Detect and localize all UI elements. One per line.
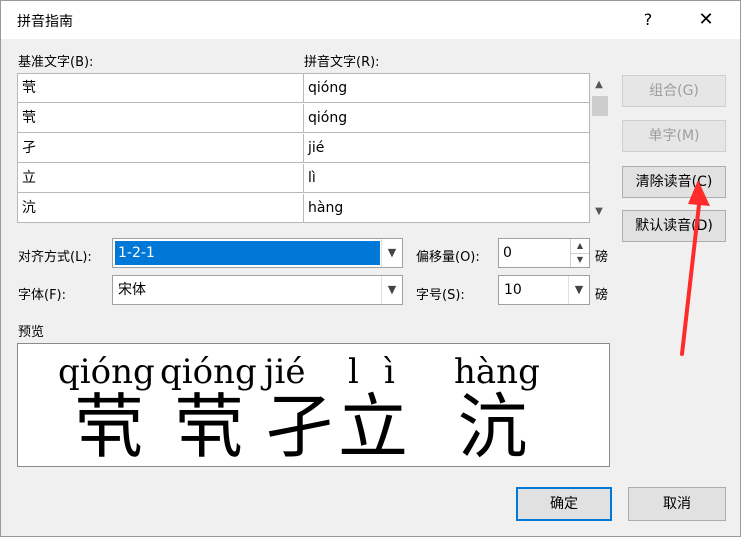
base-text-label: 基准文字(B): — [18, 55, 94, 70]
alignment-select[interactable]: 1-2-1 ▼ — [112, 238, 403, 268]
base-text-input[interactable]: 孑 — [18, 134, 304, 163]
group-button[interactable]: 组合(G) — [622, 75, 726, 107]
alignment-label: 对齐方式(L): — [18, 250, 92, 265]
pinyin-text-input[interactable]: lì — [304, 164, 589, 193]
offset-stepper[interactable]: 0 ▲ ▼ — [498, 238, 590, 268]
offset-value: 0 — [503, 245, 512, 261]
chevron-down-icon[interactable]: ▼ — [570, 253, 589, 267]
preview-label: 预览 — [18, 325, 45, 340]
offset-unit: 磅 — [595, 250, 609, 265]
table-row: 茕 qióng — [18, 104, 589, 134]
base-text-input[interactable]: 立 — [18, 164, 304, 193]
pinyin-text-input[interactable]: hàng — [304, 194, 589, 223]
chevron-down-icon[interactable]: ▼ — [381, 276, 402, 304]
preview-box: qióng qióng jié l ì hàng 茕 茕 孑 立 沆 — [17, 343, 610, 467]
font-label: 字体(F): — [18, 288, 67, 303]
base-text-input[interactable]: 茕 — [18, 104, 304, 133]
phonetic-grid: 茕 qióng 茕 qióng 孑 jié 立 lì 沆 hàng — [17, 73, 590, 223]
table-row: 立 lì — [18, 164, 589, 194]
close-button[interactable]: ✕ — [689, 5, 723, 35]
table-row: 茕 qióng — [18, 74, 589, 104]
size-unit: 磅 — [595, 288, 609, 303]
alignment-value: 1-2-1 — [115, 241, 380, 265]
offset-label: 偏移量(O): — [416, 250, 480, 265]
size-select[interactable]: 10 ▼ — [498, 275, 590, 305]
pinyin-text-input[interactable]: jié — [304, 134, 589, 163]
preview-hanzi: 沆 — [458, 386, 528, 468]
preview-hanzi: 立 — [338, 386, 408, 468]
chevron-up-icon[interactable]: ▲ — [570, 239, 589, 254]
pinyin-text-input[interactable]: qióng — [304, 74, 589, 103]
single-char-button[interactable]: 单字(M) — [622, 120, 726, 152]
chevron-up-icon[interactable]: ▲ — [590, 76, 608, 94]
dialog-title: 拼音指南 — [17, 14, 73, 30]
pinyin-text-label: 拼音文字(R): — [304, 55, 380, 70]
preview-hanzi: 孑 — [264, 386, 334, 468]
cancel-button[interactable]: 取消 — [628, 487, 726, 521]
phonetic-guide-dialog: 拼音指南 ? ✕ 基准文字(B): 拼音文字(R): 茕 qióng 茕 qió… — [0, 0, 741, 537]
scrollbar-thumb[interactable] — [592, 96, 608, 116]
base-text-input[interactable]: 沆 — [18, 194, 304, 223]
base-text-input[interactable]: 茕 — [18, 74, 304, 103]
preview-hanzi: 茕 — [174, 386, 244, 468]
default-pinyin-button[interactable]: 默认读音(D) — [622, 210, 726, 242]
font-value: 宋体 — [118, 282, 146, 298]
size-value: 10 — [504, 282, 522, 298]
pinyin-text-input[interactable]: qióng — [304, 104, 589, 133]
title-bar: 拼音指南 ? ✕ — [1, 1, 740, 39]
grid-scrollbar[interactable]: ▲ ▼ — [590, 73, 608, 223]
preview-hanzi: 茕 — [74, 386, 144, 468]
chevron-down-icon[interactable]: ▼ — [381, 239, 402, 267]
ok-button[interactable]: 确定 — [516, 487, 612, 521]
font-select[interactable]: 宋体 ▼ — [112, 275, 403, 305]
chevron-down-icon[interactable]: ▼ — [590, 203, 608, 221]
size-label: 字号(S): — [416, 288, 465, 303]
table-row: 沆 hàng — [18, 194, 589, 224]
chevron-down-icon[interactable]: ▼ — [568, 276, 589, 304]
help-button[interactable]: ? — [633, 5, 663, 35]
clear-pinyin-button[interactable]: 清除读音(C) — [622, 166, 726, 198]
table-row: 孑 jié — [18, 134, 589, 164]
